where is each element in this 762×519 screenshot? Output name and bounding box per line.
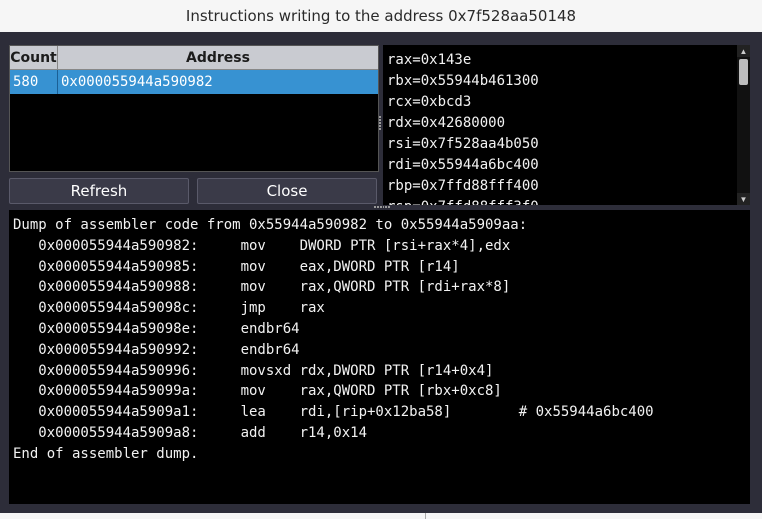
vertical-splitter-handle[interactable] <box>378 115 382 135</box>
asm-line: 0x000055944a590982: mov DWORD PTR [rsi+r… <box>13 237 511 254</box>
register-rdi: rdi=0x55944a6bc400 <box>387 157 539 173</box>
column-header-address[interactable]: Address <box>58 46 378 69</box>
register-rcx: rcx=0xbcd3 <box>387 94 472 110</box>
register-rdx: rdx=0x42680000 <box>387 115 506 131</box>
table-header: Count Address <box>10 46 378 70</box>
dump-footer: End of assembler dump. <box>13 445 199 462</box>
asm-line: 0x000055944a590992: endbr64 <box>13 341 300 358</box>
register-rsi: rsi=0x7f528aa4b050 <box>387 136 539 152</box>
register-rbp: rbp=0x7ffd88fff400 <box>387 178 539 194</box>
close-button[interactable]: Close <box>197 178 377 204</box>
status-strip <box>0 513 762 519</box>
registers-scrollbar[interactable]: ▲ ▼ <box>737 45 750 205</box>
register-rbx: rbx=0x55944b461300 <box>387 73 539 89</box>
register-rax: rax=0x143e <box>387 52 472 68</box>
asm-line: 0x000055944a590988: mov rax,QWORD PTR [r… <box>13 279 511 296</box>
asm-line: 0x000055944a59099a: mov rax,QWORD PTR [r… <box>13 383 502 400</box>
asm-line: 0x000055944a59098e: endbr64 <box>13 320 300 337</box>
asm-line: 0x000055944a5909a1: lea rdi,[rip+0x12ba5… <box>13 404 654 421</box>
asm-line: 0x000055944a59098c: jmp rax <box>13 300 325 317</box>
scrollbar-thumb[interactable] <box>739 59 748 85</box>
asm-line: 0x000055944a590996: movsxd rdx,DWORD PTR… <box>13 362 494 379</box>
dump-header: Dump of assembler code from 0x55944a5909… <box>13 217 528 233</box>
cell-count: 580 <box>10 70 58 94</box>
asm-line: 0x000055944a5909a8: add r14,0x14 <box>13 424 368 441</box>
cell-address: 0x000055944a590982 <box>61 74 213 90</box>
column-header-count[interactable]: Count <box>10 46 58 69</box>
horizontal-splitter-handle[interactable] <box>374 205 390 209</box>
register-rsp: rsp=0x7ffd88fff3f0 <box>383 197 737 205</box>
instructions-table[interactable]: Count Address 580 0x000055944a590982 <box>9 45 379 172</box>
window-title: Instructions writing to the address 0x7f… <box>0 0 762 32</box>
asm-line: 0x000055944a590985: mov eax,DWORD PTR [r… <box>13 258 460 275</box>
registers-panel[interactable]: rax=0x143e rbx=0x55944b461300 rcx=0xbcd3… <box>383 45 750 205</box>
scroll-up-arrow-icon[interactable]: ▲ <box>737 45 750 57</box>
table-row[interactable]: 580 0x000055944a590982 <box>10 70 378 94</box>
assembler-dump-panel[interactable]: Dump of assembler code from 0x55944a5909… <box>9 210 750 504</box>
scroll-down-arrow-icon[interactable]: ▼ <box>737 193 750 205</box>
refresh-button[interactable]: Refresh <box>9 178 189 204</box>
